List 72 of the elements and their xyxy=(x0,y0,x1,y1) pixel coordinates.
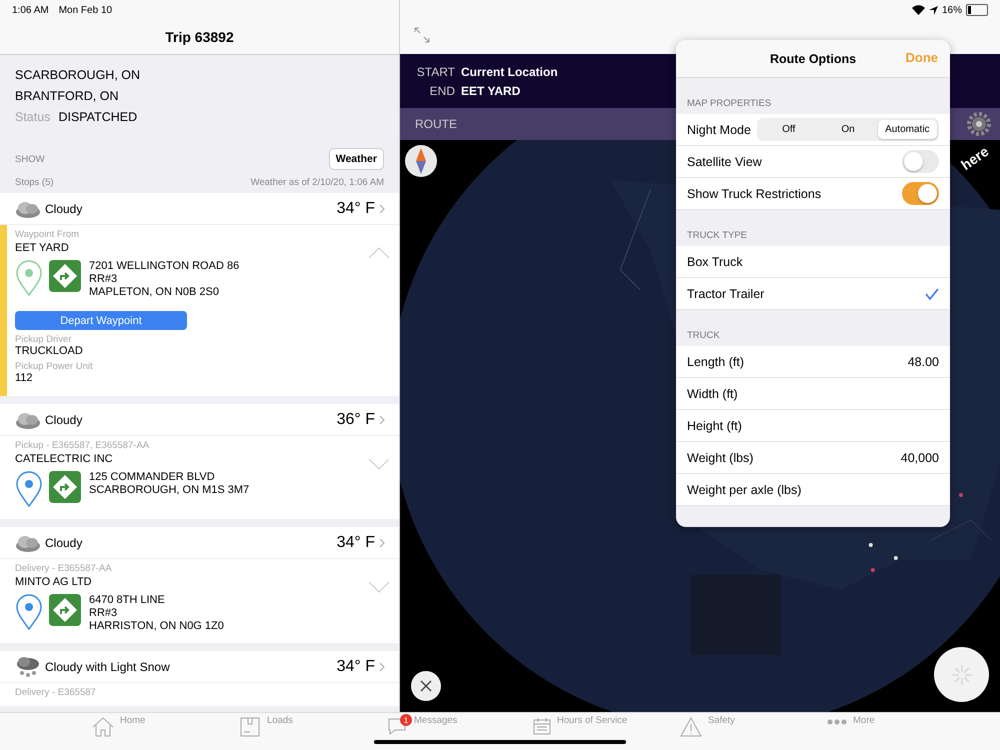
end-label: END xyxy=(428,84,455,98)
stop-type: Waypoint From xyxy=(15,229,80,240)
status-date: Mon Feb 10 xyxy=(58,4,112,16)
address-line: MAPLETON, ON N0B 2S0 xyxy=(89,286,220,299)
segment-option[interactable]: On xyxy=(818,120,878,139)
show-label: SHOW xyxy=(15,154,45,164)
tab-item[interactable]: Hours of Service xyxy=(533,713,680,750)
tab-item[interactable]: Loads xyxy=(239,713,386,750)
option-label: Tractor Trailer xyxy=(687,286,764,300)
address-line: HARRISTON, ON N0G 1Z0 xyxy=(89,620,224,633)
address-line: RR#3 xyxy=(89,607,118,620)
address-line: 125 COMMANDER BLVD xyxy=(89,471,216,484)
tab-item[interactable]: More xyxy=(827,713,974,750)
section-header: TRUCK TYPE xyxy=(687,230,748,241)
battery-percent: 16% xyxy=(942,4,962,16)
status-value: DISPATCHED xyxy=(58,110,138,124)
stops-count: Stops (5) xyxy=(15,176,54,188)
stop-type: Pickup - E365587, E365587-AA xyxy=(15,440,150,451)
option-label: Height (ft) xyxy=(687,418,742,432)
field-value: TRUCKLOAD xyxy=(15,345,83,357)
start-value: Current Location xyxy=(461,64,558,78)
temperature: 34° F xyxy=(336,658,375,676)
weather-button[interactable]: Weather xyxy=(328,148,384,170)
temperature: 34° F xyxy=(336,200,375,218)
weather-condition: Cloudy with Light Snow xyxy=(45,660,171,674)
status-label: Status xyxy=(15,110,50,124)
address-line: SCARBOROUGH, ON M1S 3M7 xyxy=(89,484,250,497)
status-time: 1:06 AM xyxy=(12,4,49,16)
stop-name: MINTO AG LTD xyxy=(15,576,92,588)
section-header: MAP PROPERTIES xyxy=(687,98,772,109)
tab-item[interactable]: Home xyxy=(92,713,239,750)
option-label: Width (ft) xyxy=(687,386,738,400)
segment-option[interactable]: Automatic xyxy=(878,120,937,139)
stop-name: EET YARD xyxy=(15,242,69,254)
map-logo: here xyxy=(958,142,992,174)
depart-waypoint-button[interactable]: Depart Waypoint xyxy=(15,311,187,330)
start-label: START xyxy=(416,64,455,78)
option-label: Night Mode xyxy=(687,122,751,136)
option-label: Weight (lbs) xyxy=(687,450,754,464)
address-line: 6470 8TH LINE xyxy=(89,594,166,607)
notification-badge: 1 xyxy=(400,714,412,726)
stop-type: Delivery - E365587 xyxy=(15,687,96,698)
origin-text: SCARBOROUGH, ON xyxy=(15,66,142,84)
address-line: 7201 WELLINGTON ROAD 86 xyxy=(89,260,240,273)
end-value: EET YARD xyxy=(461,84,520,98)
stop-type: Delivery - E365587-AA xyxy=(15,563,112,574)
option-value: 40,000 xyxy=(900,450,939,464)
trip-title: Trip 63892 xyxy=(165,29,234,45)
route-label: ROUTE xyxy=(415,117,457,131)
option-label: Weight per axle (lbs) xyxy=(687,482,802,496)
temperature: 34° F xyxy=(336,534,375,552)
tab-item[interactable]: Safety xyxy=(680,713,827,750)
stop-name: CATELECTRIC INC xyxy=(15,453,113,465)
option-value: 48.00 xyxy=(908,354,939,368)
popover-title: Route Options xyxy=(770,52,856,66)
option-label: Satellite View xyxy=(687,154,762,168)
weather-condition: Cloudy xyxy=(45,202,84,216)
segment-option[interactable]: Off xyxy=(759,120,818,139)
field-value: 112 xyxy=(15,372,33,384)
done-button[interactable]: Done xyxy=(906,50,938,65)
destination-text: BRANTFORD, ON xyxy=(15,88,120,104)
weather-condition: Cloudy xyxy=(45,412,84,426)
weather-condition: Cloudy xyxy=(45,536,84,550)
option-label: Box Truck xyxy=(687,254,743,268)
temperature: 36° F xyxy=(336,410,375,428)
section-header: TRUCK xyxy=(687,330,720,341)
field-label: Pickup Power Unit xyxy=(15,361,93,372)
field-label: Pickup Driver xyxy=(15,334,72,345)
weather-timestamp: Weather as of 2/10/20, 1:06 AM xyxy=(250,176,384,188)
option-label: Show Truck Restrictions xyxy=(687,186,822,200)
address-line: RR#3 xyxy=(89,273,118,286)
option-label: Length (ft) xyxy=(687,354,744,368)
